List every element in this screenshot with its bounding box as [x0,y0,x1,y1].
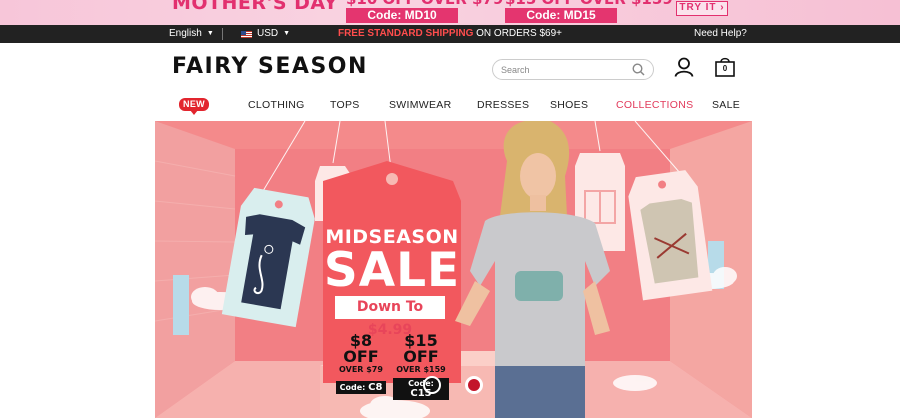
nav-item-dresses[interactable]: DRESSES [477,99,529,111]
main-nav: NEW CLOTHING TOPS SWIMWEAR DRESSES SHOES… [0,96,900,116]
promo-code-1: Code: MD10 [346,8,458,23]
language-selector[interactable]: English ▼ [169,25,214,43]
carousel-dot-1[interactable] [423,376,441,394]
promo-title: MOTHER'S DAY [172,0,339,14]
account-icon[interactable] [674,57,694,82]
promo-code-2: Code: MD15 [505,8,617,23]
offer-b-code: Code: C15 [393,378,449,400]
offer-b-condition: OVER $159 [396,365,446,374]
offer-a-code-value: C8 [368,382,383,393]
offer-a-code-label: Code: [339,383,366,392]
search-input[interactable] [501,63,626,77]
promo-offer-1: $10 OFF OVER $79 [346,0,503,8]
nav-item-swimwear[interactable]: SWIMWEAR [389,99,451,111]
offer-a-amount: $8 OFF [343,331,379,366]
caret-down-icon: ▼ [283,30,291,37]
shipping-notice: FREE STANDARD SHIPPING ON ORDERS $69+ [0,25,900,43]
divider [222,28,223,40]
nav-item-clothing[interactable]: CLOTHING [248,99,305,111]
shopping-bag-icon[interactable]: 0 [714,57,736,82]
shipping-text: ON ORDERS $69+ [473,28,563,39]
try-it-button[interactable]: TRY IT › [676,1,728,16]
top-bar: FREE STANDARD SHIPPING ON ORDERS $69+ En… [0,25,900,43]
currency-selector[interactable]: USD ▼ [241,25,290,43]
offer-a-condition: OVER $79 [339,365,383,374]
caret-down-icon: ▼ [206,30,214,37]
cart-count: 0 [722,64,728,73]
offer-b: $15 OFF OVER $159 Code: C15 [393,333,449,400]
need-help-link[interactable]: Need Help? [694,25,747,43]
language-label: English [169,28,202,39]
new-badge[interactable]: NEW [179,98,209,115]
nav-item-collections[interactable]: COLLECTIONS [616,99,693,111]
nav-item-shoes[interactable]: SHOES [550,99,588,111]
offer-b-amount: $15 OFF [403,331,439,366]
shipping-highlight: FREE STANDARD SHIPPING [337,28,474,39]
hero-banner[interactable]: MIDSEASON SALE Down To $4.99 $8 OFF OVER… [155,121,752,418]
tag-down-to: Down To $4.99 [335,296,445,338]
nav-item-sale[interactable]: SALE [712,99,740,111]
nav-item-tops[interactable]: TOPS [330,99,360,111]
currency-label: USD [257,28,279,39]
promo-offer-2: $15 OFF OVER $159 [505,0,673,8]
carousel-dot-2[interactable] [465,376,483,394]
search-box[interactable] [492,59,654,80]
tag-sale: SALE [323,243,461,298]
promo-banner[interactable]: MOTHER'S DAY $10 OFF OVER $79 Code: MD10… [0,0,900,25]
site-logo[interactable]: FAIRY SEASON [172,54,368,79]
search-icon[interactable] [632,63,645,81]
us-flag-icon [241,30,252,38]
offer-a: $8 OFF OVER $79 Code: C8 [333,333,389,394]
offer-a-code: Code: C8 [335,381,387,394]
